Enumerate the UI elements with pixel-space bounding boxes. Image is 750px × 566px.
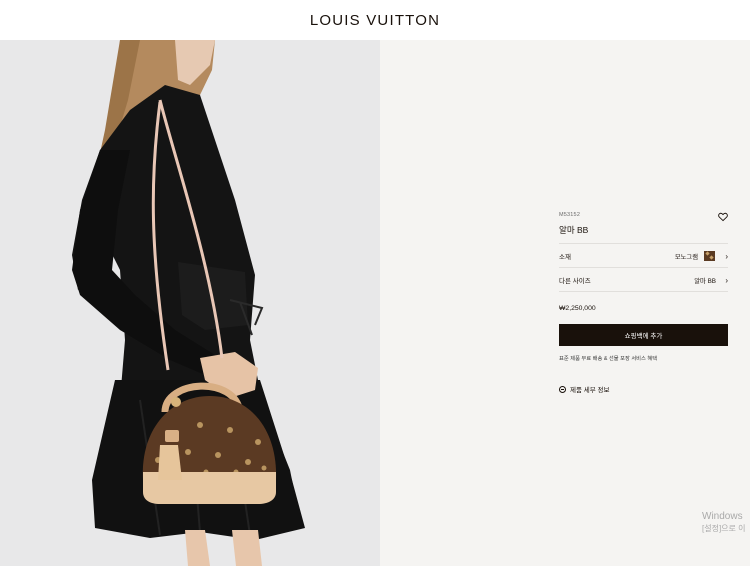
divider [559, 267, 728, 268]
divider [559, 291, 728, 292]
product-sku: M53152 [559, 212, 581, 218]
product-details-link[interactable]: 제품 세부 정보 [559, 384, 610, 394]
watermark-line-1: Windows [702, 511, 743, 522]
details-label: 제품 세부 정보 [570, 387, 610, 394]
product-info-panel [380, 40, 750, 566]
chevron-right-icon: › [725, 251, 728, 261]
size-selector[interactable]: 다른 사이즈 알마 BB › [559, 271, 728, 289]
size-label: 다른 사이즈 [559, 278, 591, 285]
model-with-bag-image [0, 40, 380, 566]
material-selector[interactable]: 소재 모노그램 › [559, 247, 728, 265]
brand-logo[interactable]: LOUIS VUITTON [310, 12, 440, 29]
product-price: ₩2,250,000 [559, 305, 596, 312]
shipping-note: 표준 제품 무료 배송 & 선물 포장 서비스 혜택 [559, 356, 658, 362]
monogram-swatch [704, 251, 715, 261]
divider [559, 243, 728, 244]
site-header: LOUIS VUITTON [0, 0, 750, 40]
material-label: 소재 [559, 254, 571, 261]
heart-icon[interactable] [718, 209, 728, 222]
chevron-right-icon: › [725, 275, 728, 285]
minus-circle-icon [559, 385, 566, 393]
windows-activation-watermark: Windows [설정]으로 이 [702, 511, 745, 535]
product-name: 알마 BB [559, 225, 589, 235]
product-photo[interactable] [0, 40, 380, 566]
watermark-line-2: [설정]으로 이 [702, 524, 746, 533]
material-value: 모노그램 [674, 253, 698, 261]
size-value: 알마 BB [694, 277, 716, 285]
add-to-bag-button[interactable]: 쇼핑백에 추가 [559, 324, 728, 346]
